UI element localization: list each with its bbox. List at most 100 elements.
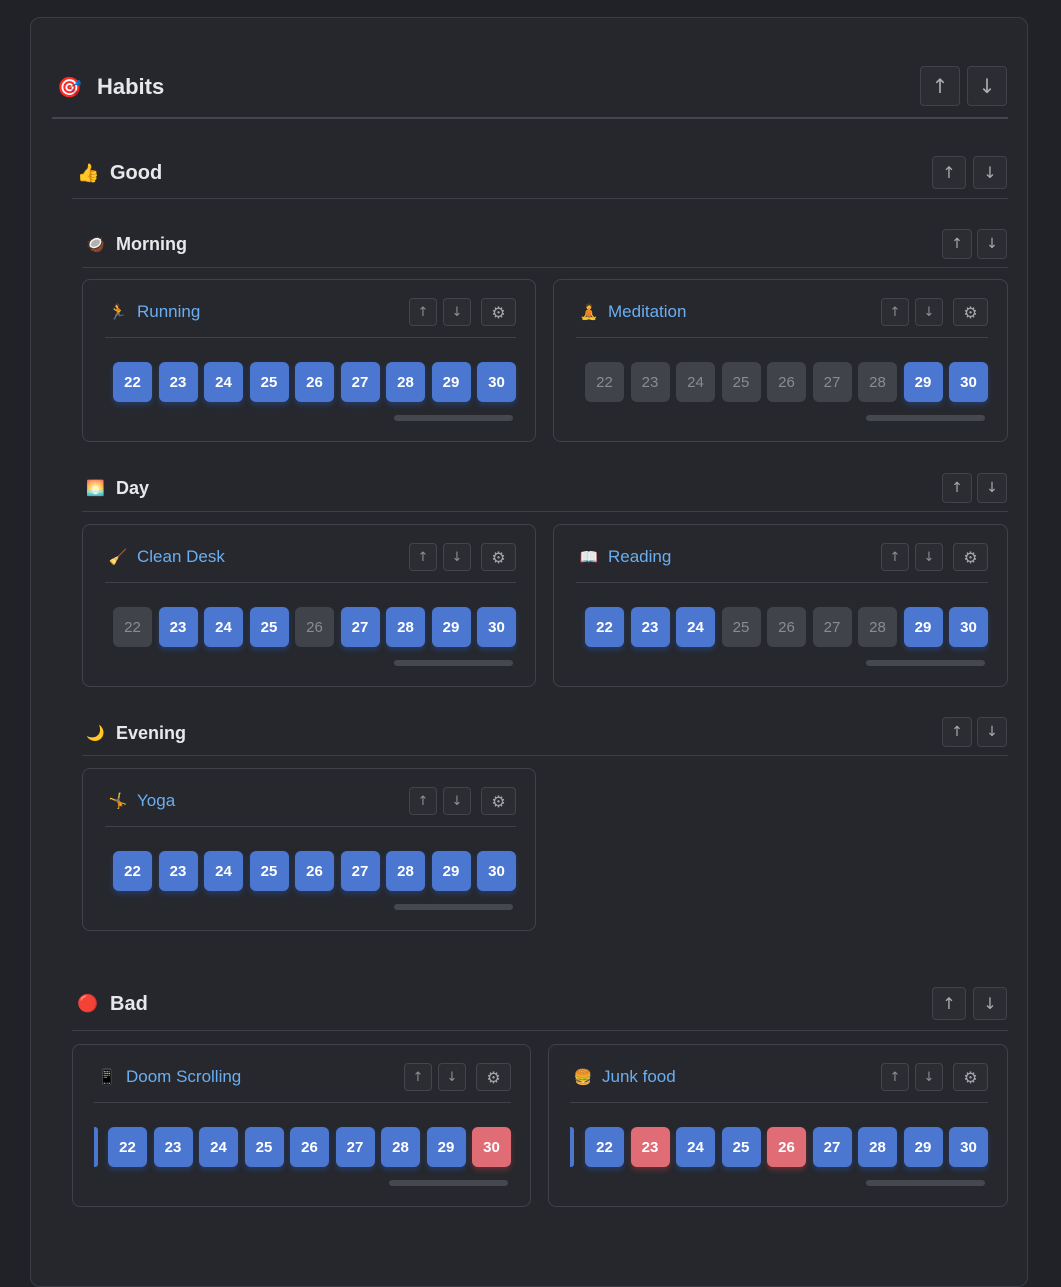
move-down-button[interactable]: ↓ (443, 298, 471, 326)
day-cell-27[interactable]: 27 (812, 1127, 852, 1167)
day-cell-23[interactable]: 23 (630, 607, 670, 647)
move-up-button[interactable]: ↑ (409, 298, 437, 326)
horizontal-scrollbar[interactable] (394, 660, 513, 666)
day-cell-23[interactable]: 23 (158, 851, 198, 891)
move-down-button[interactable]: ↓ (915, 1063, 943, 1091)
day-cell-28[interactable]: 28 (858, 607, 897, 647)
day-cell-24[interactable]: 24 (676, 362, 715, 402)
day-cell-27[interactable]: 27 (340, 851, 380, 891)
habit-title[interactable]: 📖 Reading (579, 547, 672, 567)
move-up-button[interactable]: ↑ (881, 543, 909, 571)
horizontal-scrollbar[interactable] (866, 1180, 985, 1186)
horizontal-scrollbar[interactable] (394, 904, 513, 910)
day-cell-25[interactable]: 25 (721, 1127, 761, 1167)
day-cell-28[interactable]: 28 (858, 362, 897, 402)
day-cell-23[interactable]: 23 (630, 1127, 670, 1167)
day-cell-23[interactable]: 23 (158, 607, 198, 647)
habit-title[interactable]: 🤸 Yoga (108, 791, 176, 811)
move-down-button[interactable]: ↓ (443, 543, 471, 571)
day-cell-30[interactable]: 30 (949, 362, 988, 402)
habits-move-down-button[interactable]: ↓ (967, 66, 1007, 106)
habit-title[interactable]: 🧹 Clean Desk (108, 547, 225, 567)
day-cell-28[interactable]: 28 (386, 362, 425, 402)
evening-move-up-button[interactable]: ↑ (942, 717, 972, 747)
day-cell-23[interactable]: 23 (158, 362, 198, 402)
day-cell-22[interactable]: 22 (108, 1127, 147, 1167)
day-cell-26[interactable]: 26 (295, 851, 334, 891)
settings-button[interactable]: ⚙ (481, 543, 516, 571)
day-cell-29[interactable]: 29 (431, 362, 471, 402)
day-cell-24[interactable]: 24 (204, 851, 243, 891)
settings-button[interactable]: ⚙ (481, 787, 516, 815)
day-cell-24[interactable]: 24 (199, 1127, 238, 1167)
habit-title[interactable]: 🍔 Junk food (573, 1067, 676, 1087)
day-cell-24[interactable]: 24 (676, 1127, 715, 1167)
settings-button[interactable]: ⚙ (953, 543, 988, 571)
move-down-button[interactable]: ↓ (438, 1063, 466, 1091)
day-cell-25[interactable]: 25 (721, 362, 761, 402)
day-cell-29[interactable]: 29 (431, 607, 471, 647)
day-cell-29[interactable]: 29 (903, 607, 943, 647)
settings-button[interactable]: ⚙ (953, 298, 988, 326)
day-cell-30[interactable]: 30 (477, 362, 516, 402)
day-cell-29[interactable]: 29 (426, 1127, 466, 1167)
day-cell-26[interactable]: 26 (295, 362, 334, 402)
good-move-up-button[interactable]: ↑ (932, 156, 966, 189)
move-down-button[interactable]: ↓ (443, 787, 471, 815)
move-down-button[interactable]: ↓ (915, 298, 943, 326)
settings-button[interactable]: ⚙ (953, 1063, 988, 1091)
day-move-down-button[interactable]: ↓ (977, 473, 1007, 503)
bad-move-up-button[interactable]: ↑ (932, 987, 966, 1020)
horizontal-scrollbar[interactable] (389, 1180, 508, 1186)
good-move-down-button[interactable]: ↓ (973, 156, 1007, 189)
day-cell-26[interactable]: 26 (767, 607, 806, 647)
morning-move-down-button[interactable]: ↓ (977, 229, 1007, 259)
day-cell-29[interactable]: 29 (903, 362, 943, 402)
day-cell-30[interactable]: 30 (949, 607, 988, 647)
day-cell-29[interactable]: 29 (903, 1127, 943, 1167)
day-cell-27[interactable]: 27 (340, 607, 380, 647)
move-up-button[interactable]: ↑ (404, 1063, 432, 1091)
day-cell-26[interactable]: 26 (295, 607, 334, 647)
morning-move-up-button[interactable]: ↑ (942, 229, 972, 259)
day-cell-24[interactable]: 24 (204, 607, 243, 647)
day-cell-25[interactable]: 25 (249, 607, 289, 647)
day-cell-27[interactable]: 27 (812, 362, 852, 402)
day-cell-26[interactable]: 26 (767, 1127, 806, 1167)
day-cell-25[interactable]: 25 (249, 362, 289, 402)
day-cell-25[interactable]: 25 (721, 607, 761, 647)
day-cell-22[interactable]: 22 (585, 1127, 624, 1167)
habit-title[interactable]: 🧘 Meditation (579, 302, 687, 322)
day-cell-23[interactable]: 23 (153, 1127, 193, 1167)
day-cell-30[interactable]: 30 (477, 607, 516, 647)
day-cell-22[interactable]: 22 (113, 607, 152, 647)
day-cell-23[interactable]: 23 (630, 362, 670, 402)
day-cell-25[interactable]: 25 (244, 1127, 284, 1167)
day-cell-22[interactable]: 22 (113, 362, 152, 402)
day-cell-30[interactable]: 30 (472, 1127, 511, 1167)
horizontal-scrollbar[interactable] (394, 415, 513, 421)
day-cell-28[interactable]: 28 (386, 851, 425, 891)
horizontal-scrollbar[interactable] (866, 660, 985, 666)
move-up-button[interactable]: ↑ (881, 1063, 909, 1091)
day-cell-28[interactable]: 28 (381, 1127, 420, 1167)
day-move-up-button[interactable]: ↑ (942, 473, 972, 503)
move-up-button[interactable]: ↑ (409, 543, 437, 571)
day-cell-22[interactable]: 22 (585, 607, 624, 647)
day-cell-26[interactable]: 26 (767, 362, 806, 402)
day-cell-30[interactable]: 30 (949, 1127, 988, 1167)
day-cell-24[interactable]: 24 (204, 362, 243, 402)
habit-title[interactable]: 📱 Doom Scrolling (97, 1067, 242, 1087)
day-cell-24[interactable]: 24 (676, 607, 715, 647)
day-cell-25[interactable]: 25 (249, 851, 289, 891)
bad-move-down-button[interactable]: ↓ (973, 987, 1007, 1020)
day-cell-26[interactable]: 26 (290, 1127, 329, 1167)
day-cell-22[interactable]: 22 (113, 851, 152, 891)
day-cell-30[interactable]: 30 (477, 851, 516, 891)
settings-button[interactable]: ⚙ (476, 1063, 511, 1091)
day-cell-27[interactable]: 27 (812, 607, 852, 647)
move-up-button[interactable]: ↑ (881, 298, 909, 326)
day-cell-29[interactable]: 29 (431, 851, 471, 891)
day-cell-28[interactable]: 28 (386, 607, 425, 647)
move-up-button[interactable]: ↑ (409, 787, 437, 815)
